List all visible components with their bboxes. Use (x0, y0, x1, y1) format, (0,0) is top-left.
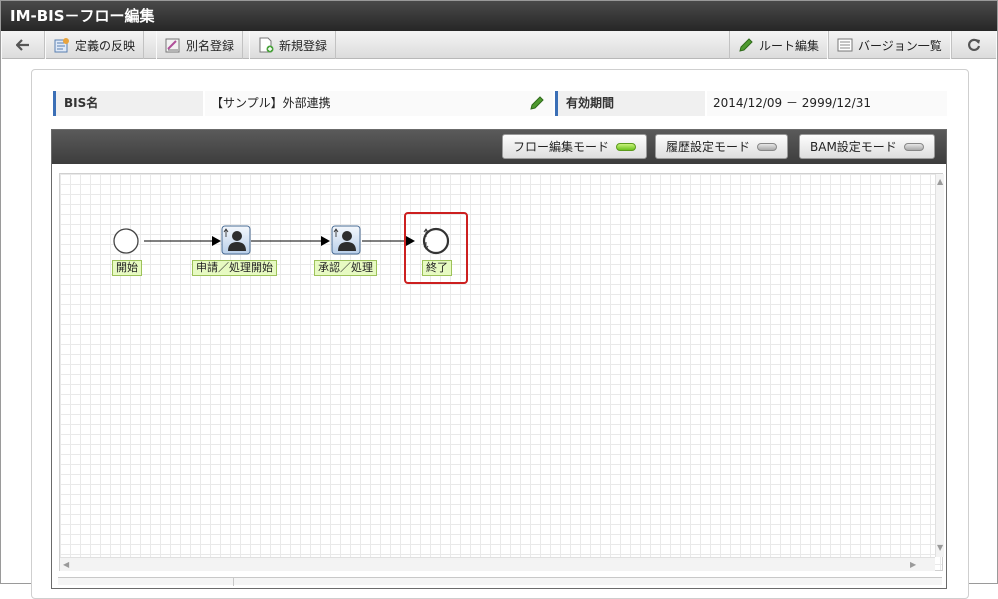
start-node-label: 開始 (112, 260, 142, 276)
edit-bis-name-icon[interactable] (529, 95, 545, 120)
bis-name-text: 【サンプル】外部連携 (211, 96, 331, 110)
apply-definition-label: 定義の反映 (75, 38, 136, 53)
bis-info-row: BIS名 【サンプル】外部連携 有効期間 2014/12/09 － 2999/1… (53, 91, 947, 116)
user-task-node-label: 承認／処理 (314, 260, 377, 276)
valid-period-value: 2014/12/09 － 2999/12/31 (707, 91, 947, 116)
user-task-node-label: 申請／処理開始 (192, 260, 277, 276)
history-setting-mode-label: 履歴設定モード (666, 140, 751, 154)
user-task-node[interactable] (221, 225, 251, 255)
valid-period-label: 有効期間 (555, 91, 705, 116)
bam-setting-mode-label: BAM設定モード (810, 140, 897, 154)
refresh-icon (967, 38, 981, 52)
list-icon (837, 38, 853, 52)
window-title: IM-BIS－フロー編集 (10, 7, 155, 25)
bis-name-value: 【サンプル】外部連携 (205, 91, 553, 116)
mode-off-indicator (903, 142, 924, 151)
column-divider (233, 578, 234, 586)
version-list-label: バージョン一覧 (858, 38, 942, 53)
mode-on-indicator (616, 142, 637, 151)
alias-register-label: 別名登録 (186, 38, 235, 53)
title-bar: IM-BIS－フロー編集 (1, 1, 997, 31)
flow-connector[interactable] (144, 236, 221, 246)
user-task-node[interactable] (331, 225, 361, 255)
pencil-icon (738, 37, 754, 53)
route-edit-label: ルート編集 (759, 38, 820, 53)
back-button[interactable] (1, 31, 45, 59)
alias-register-button[interactable]: 別名登録 (156, 31, 244, 59)
toolbar: 定義の反映 別名登録 新規登録 ルート編集 バージョン一覧 (1, 31, 997, 59)
version-list-button[interactable]: バージョン一覧 (828, 31, 951, 59)
start-node[interactable] (113, 228, 139, 254)
selection-highlight (404, 212, 468, 284)
new-register-button[interactable]: 新規登録 (249, 31, 337, 59)
scroll-down-icon[interactable]: ▼ (937, 544, 943, 552)
scroll-right-icon[interactable]: ▶ (910, 561, 916, 569)
flow-connector[interactable] (251, 236, 330, 246)
route-edit-button[interactable]: ルート編集 (729, 31, 829, 59)
flow-edit-mode-label: フロー編集モード (513, 140, 610, 154)
alias-register-icon (165, 37, 181, 53)
refresh-button[interactable] (951, 31, 997, 59)
mode-bar: フロー編集モード 履歴設定モード BAM設定モード (52, 130, 946, 164)
new-register-label: 新規登録 (279, 38, 328, 53)
apply-definition-button[interactable]: 定義の反映 (45, 31, 145, 59)
scroll-left-icon[interactable]: ◀ (63, 561, 69, 569)
app-window: IM-BIS－フロー編集 定義の反映 別名登録 新規登録 ルート編集 バージョン… (0, 0, 998, 599)
bam-setting-mode-button[interactable]: BAM設定モード (799, 134, 935, 159)
history-setting-mode-button[interactable]: 履歴設定モード (655, 134, 789, 159)
horizontal-scrollbar[interactable]: ◀ ▶ (60, 557, 935, 571)
flow-designer: フロー編集モード 履歴設定モード BAM設定モード 開始 申請／処理開始 承認／… (51, 129, 947, 589)
new-register-icon (258, 37, 274, 53)
back-arrow-icon (16, 39, 30, 51)
scroll-up-icon[interactable]: ▲ (937, 178, 943, 186)
flow-edit-mode-button[interactable]: フロー編集モード (502, 134, 648, 159)
apply-definition-icon (54, 37, 70, 53)
mode-off-indicator (757, 142, 778, 151)
flow-canvas[interactable]: 開始 申請／処理開始 承認／処理 終了 ▲ ▼ ◀ ▶ (59, 173, 944, 571)
bis-name-label: BIS名 (53, 91, 203, 116)
flow-diagram (113, 225, 450, 255)
vertical-scrollbar[interactable]: ▲ ▼ (935, 174, 944, 557)
